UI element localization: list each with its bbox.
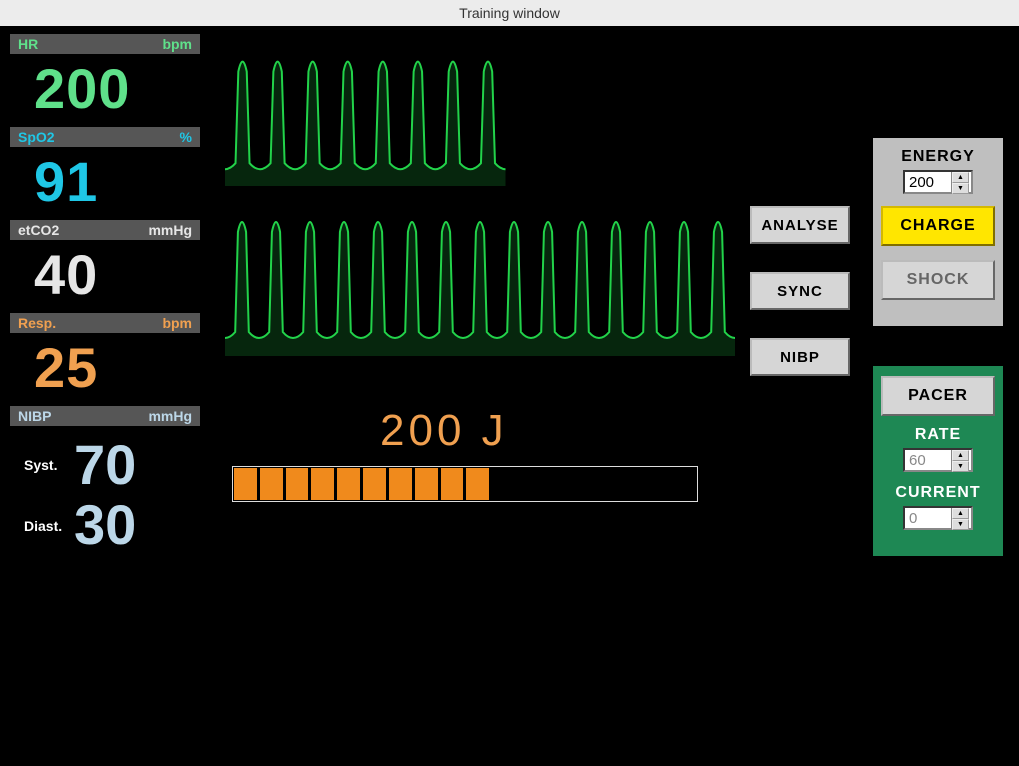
progress-segment bbox=[415, 468, 438, 500]
progress-segment bbox=[673, 468, 696, 500]
spo2-value: 91 bbox=[10, 148, 200, 220]
progress-segment bbox=[389, 468, 412, 500]
pacer-rate-down[interactable]: ▼ bbox=[952, 461, 969, 472]
energy-step-down[interactable]: ▼ bbox=[952, 183, 969, 194]
spo2-unit: % bbox=[180, 129, 192, 145]
pacer-current-input[interactable] bbox=[905, 508, 951, 528]
etco2-label: etCO2 bbox=[18, 222, 59, 238]
defib-panel: ENERGY ▲ ▼ CHARGE SHOCK bbox=[873, 138, 1003, 326]
waveform-area bbox=[225, 46, 735, 426]
pacer-current-up[interactable]: ▲ bbox=[952, 508, 969, 519]
nibp-syst-value: 70 bbox=[74, 435, 136, 495]
charge-progress-bar bbox=[232, 466, 698, 502]
nibp-button[interactable]: NIBP bbox=[750, 338, 850, 376]
nibp-values: Syst. 70 Diast. 30 bbox=[10, 427, 200, 564]
spo2-label: SpO2 bbox=[18, 129, 55, 145]
charge-button[interactable]: CHARGE bbox=[881, 206, 995, 246]
shock-button[interactable]: SHOCK bbox=[881, 260, 995, 300]
etco2-value: 40 bbox=[10, 241, 200, 313]
progress-segment bbox=[596, 468, 619, 500]
progress-segment bbox=[363, 468, 386, 500]
progress-segment bbox=[492, 468, 515, 500]
analyse-button[interactable]: ANALYSE bbox=[750, 206, 850, 244]
resp-value: 25 bbox=[10, 334, 200, 406]
pacer-panel: PACER RATE ▲ ▼ CURRENT ▲ ▼ bbox=[873, 366, 1003, 556]
vitals-column: HR bpm 200 SpO2 % 91 etCO2 mmHg 40 Resp.… bbox=[10, 34, 200, 564]
progress-segment bbox=[441, 468, 464, 500]
pacer-rate-label: RATE bbox=[881, 426, 995, 444]
pacer-rate-input[interactable] bbox=[905, 450, 951, 470]
sync-button[interactable]: SYNC bbox=[750, 272, 850, 310]
resp-header: Resp. bpm bbox=[10, 313, 200, 334]
spo2-header: SpO2 % bbox=[10, 127, 200, 148]
progress-segment bbox=[570, 468, 593, 500]
energy-readout: 200 J bbox=[380, 406, 508, 456]
progress-segment bbox=[544, 468, 567, 500]
ecg-waveform-bottom bbox=[225, 206, 735, 356]
resp-unit: bpm bbox=[162, 315, 192, 331]
hr-label: HR bbox=[18, 36, 38, 52]
nibp-syst-label: Syst. bbox=[24, 457, 74, 473]
nibp-label: NIBP bbox=[18, 408, 51, 424]
energy-spinbox[interactable]: ▲ ▼ bbox=[903, 170, 973, 194]
progress-segment bbox=[234, 468, 257, 500]
ecg-waveform-top bbox=[225, 46, 735, 186]
pacer-rate-spinbox[interactable]: ▲ ▼ bbox=[903, 448, 973, 472]
hr-value: 200 bbox=[10, 55, 200, 127]
app-frame: HR bpm 200 SpO2 % 91 etCO2 mmHg 40 Resp.… bbox=[0, 26, 1019, 766]
etco2-header: etCO2 mmHg bbox=[10, 220, 200, 241]
progress-segment bbox=[311, 468, 334, 500]
pacer-current-label: CURRENT bbox=[881, 484, 995, 502]
nibp-unit: mmHg bbox=[148, 408, 192, 424]
progress-segment bbox=[647, 468, 670, 500]
pacer-current-down[interactable]: ▼ bbox=[952, 519, 969, 530]
progress-segment bbox=[518, 468, 541, 500]
nibp-diast-value: 30 bbox=[74, 495, 136, 555]
hr-unit: bpm bbox=[162, 36, 192, 52]
energy-input[interactable] bbox=[905, 172, 951, 192]
pacer-rate-up[interactable]: ▲ bbox=[952, 450, 969, 461]
progress-segment bbox=[337, 468, 360, 500]
nibp-header: NIBP mmHg bbox=[10, 406, 200, 427]
pacer-current-spinbox[interactable]: ▲ ▼ bbox=[903, 506, 973, 530]
mid-controls: ANALYSE SYNC NIBP bbox=[750, 206, 850, 404]
progress-segment bbox=[466, 468, 489, 500]
etco2-unit: mmHg bbox=[148, 222, 192, 238]
progress-segment bbox=[621, 468, 644, 500]
energy-step-up[interactable]: ▲ bbox=[952, 172, 969, 183]
window-title: Training window bbox=[0, 0, 1019, 26]
nibp-diast-label: Diast. bbox=[24, 518, 74, 534]
hr-header: HR bpm bbox=[10, 34, 200, 55]
pacer-button[interactable]: PACER bbox=[881, 376, 995, 416]
progress-segment bbox=[286, 468, 309, 500]
progress-segment bbox=[260, 468, 283, 500]
resp-label: Resp. bbox=[18, 315, 56, 331]
energy-label: ENERGY bbox=[881, 148, 995, 166]
